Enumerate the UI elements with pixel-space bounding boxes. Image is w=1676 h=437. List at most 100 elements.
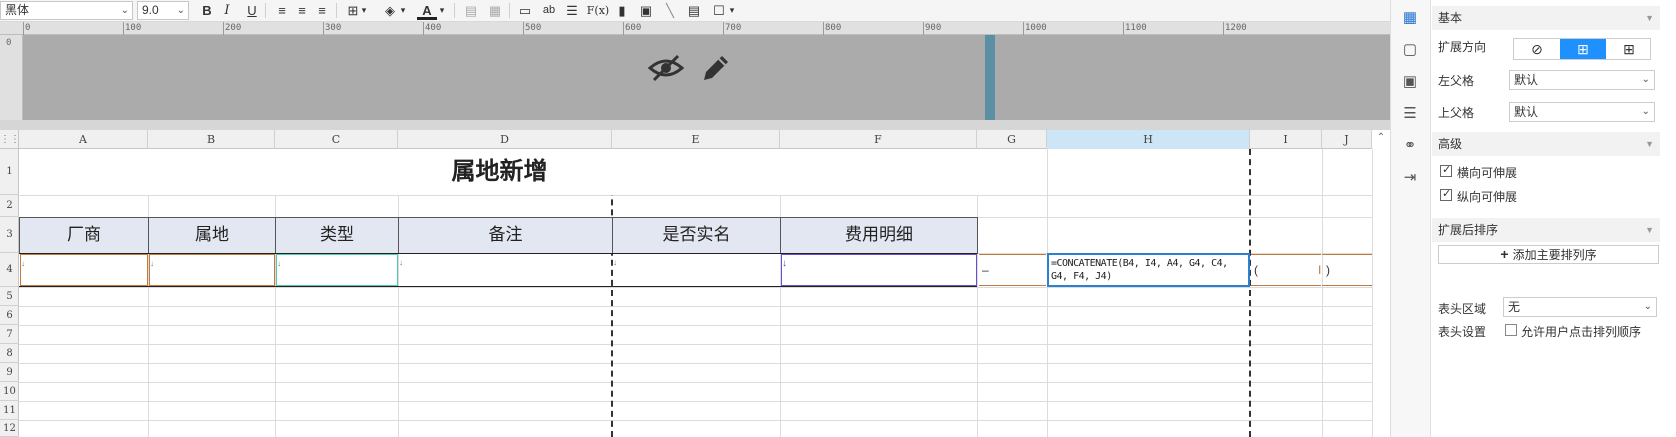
- font-size-select[interactable]: 9.0 ⌄: [137, 1, 189, 20]
- header-area-select[interactable]: 无 ⌄: [1503, 297, 1657, 317]
- ruler-tick: 1000: [1025, 23, 1047, 33]
- column-header-i[interactable]: I: [1250, 130, 1322, 149]
- page-boundary-marker[interactable]: [985, 35, 995, 120]
- data-cell-g4[interactable]: –: [979, 254, 1046, 286]
- column-header-b[interactable]: B: [148, 130, 275, 149]
- vertical-expand-icon[interactable]: ⊞: [1560, 39, 1606, 59]
- no-expand-icon[interactable]: ⊘: [1514, 39, 1560, 59]
- header-cell-remark[interactable]: 备注: [398, 217, 613, 254]
- toolbar-divider: [336, 3, 337, 18]
- widget-settings-icon[interactable]: ▣: [1400, 72, 1420, 92]
- section-advanced[interactable]: 高级 ▼: [1432, 132, 1660, 156]
- column-header-d[interactable]: D: [398, 130, 612, 149]
- caret-down-icon: ▼: [1645, 139, 1654, 149]
- chevron-down-icon[interactable]: ▾: [358, 1, 370, 20]
- gridline: [19, 195, 1372, 196]
- import-icon[interactable]: ⇥: [1400, 168, 1420, 188]
- italic-button[interactable]: I: [217, 1, 237, 20]
- bold-button[interactable]: B: [197, 1, 217, 20]
- row-header-4[interactable]: 4: [0, 253, 19, 287]
- allow-sort-checkbox[interactable]: [1505, 324, 1517, 336]
- add-sort-button[interactable]: + 添加主要排列序: [1438, 245, 1659, 264]
- row-header-3[interactable]: 3: [0, 217, 19, 253]
- header-cell-vendor[interactable]: 厂商: [19, 217, 149, 254]
- column-header-h[interactable]: H: [1047, 130, 1250, 149]
- underline-button[interactable]: U: [242, 1, 262, 20]
- column-header-c[interactable]: C: [275, 130, 398, 149]
- section-basic[interactable]: 基本 ▼: [1432, 6, 1660, 30]
- link-icon[interactable]: ⚭: [1400, 136, 1420, 156]
- row-header-7[interactable]: 7: [0, 325, 19, 344]
- cell-properties-icon[interactable]: ▦: [1400, 8, 1420, 28]
- align-left-icon[interactable]: ≡: [272, 1, 292, 20]
- header-cell-fee-detail[interactable]: 费用明细: [780, 217, 978, 254]
- row-header-12[interactable]: 12: [0, 420, 19, 437]
- row-header-6[interactable]: 6: [0, 306, 19, 325]
- column-header-g[interactable]: G: [977, 130, 1047, 149]
- section-sort[interactable]: 扩展后排序 ▼: [1432, 218, 1660, 242]
- data-cell-region[interactable]: ↓: [149, 254, 275, 286]
- insert-bar-icon[interactable]: ▭: [515, 1, 535, 20]
- row-header-5[interactable]: 5: [0, 287, 19, 306]
- align-center-icon[interactable]: ≡: [292, 1, 312, 20]
- data-cell-realname[interactable]: ↓: [613, 254, 780, 286]
- column-header-e[interactable]: E: [612, 130, 780, 149]
- check-icon: ✓: [1442, 188, 1452, 200]
- top-parent-select[interactable]: 默认 ⌄: [1509, 102, 1655, 122]
- left-parent-select[interactable]: 默认 ⌄: [1509, 70, 1655, 90]
- font-family-select[interactable]: 黑体 ⌄: [0, 1, 133, 20]
- condition-icon[interactable]: ☰: [1400, 104, 1420, 124]
- chevron-down-icon[interactable]: ▾: [726, 1, 738, 20]
- h-stretch-checkbox[interactable]: ✓: [1440, 164, 1452, 177]
- section-sort-label: 扩展后排序: [1438, 223, 1499, 237]
- row-header-1[interactable]: 1: [0, 149, 19, 195]
- grip-icon[interactable]: ⋮⋮: [0, 130, 20, 149]
- gridline: [19, 306, 1372, 307]
- merge-cells-icon[interactable]: ▤: [461, 1, 481, 20]
- data-cell-fee-detail[interactable]: ↓: [781, 254, 977, 286]
- allow-sort-label: 允许用户点击排列顺序: [1521, 325, 1642, 339]
- chart-icon[interactable]: ▮: [612, 1, 632, 20]
- data-cell-type[interactable]: ↓: [276, 254, 398, 286]
- column-header-f[interactable]: F: [780, 130, 977, 149]
- gridline: [1047, 149, 1048, 437]
- slash-icon[interactable]: ╲: [660, 1, 680, 20]
- wrap-icon[interactable]: ☰: [562, 1, 582, 20]
- chevron-down-icon[interactable]: ▾: [436, 1, 448, 20]
- data-cell-i4[interactable]: (: [1251, 254, 1321, 286]
- row-header-2[interactable]: 2: [0, 195, 19, 217]
- formula-cell-h4[interactable]: =CONCATENATE(B4, I4, A4, G4, C4, G4, F4,…: [1047, 253, 1250, 287]
- data-cell-j4[interactable]: ): [1322, 254, 1372, 286]
- chevron-up-icon[interactable]: ⌃: [1374, 132, 1388, 146]
- horizontal-expand-icon[interactable]: ⊞: [1606, 39, 1652, 59]
- unmerge-cells-icon[interactable]: ▦: [485, 1, 505, 20]
- report-title[interactable]: 属地新增: [19, 149, 980, 195]
- formula-button[interactable]: F(x): [585, 1, 611, 20]
- v-stretch-label: 纵向可伸展: [1457, 190, 1518, 204]
- form-icon[interactable]: ▤: [684, 1, 704, 20]
- cell-style-icon[interactable]: ▢: [1400, 40, 1420, 60]
- row4-bottom-border: [19, 286, 977, 287]
- pencil-icon[interactable]: [700, 52, 732, 84]
- text-button[interactable]: ab: [539, 1, 559, 20]
- row-header-9[interactable]: 9: [0, 363, 19, 382]
- splitter[interactable]: [0, 120, 1390, 130]
- header-cell-realname[interactable]: 是否实名: [612, 217, 781, 254]
- font-color-icon[interactable]: A: [417, 1, 437, 20]
- v-stretch-checkbox[interactable]: ✓: [1440, 188, 1452, 201]
- row-header-11[interactable]: 11: [0, 401, 19, 420]
- row-header-8[interactable]: 8: [0, 344, 19, 363]
- align-right-icon[interactable]: ≡: [312, 1, 332, 20]
- header-cell-region[interactable]: 属地: [148, 217, 276, 254]
- row-header-10[interactable]: 10: [0, 382, 19, 401]
- data-cell-vendor[interactable]: ↓: [20, 254, 148, 286]
- column-header-a[interactable]: A: [19, 130, 148, 149]
- column-header-j[interactable]: J: [1322, 130, 1372, 149]
- header-area-label: 表头区域: [1438, 302, 1487, 316]
- image-icon[interactable]: ▣: [636, 1, 656, 20]
- header-cell-type[interactable]: 类型: [275, 217, 399, 254]
- eye-slash-icon[interactable]: [648, 52, 684, 84]
- chevron-down-icon[interactable]: ▾: [397, 1, 409, 20]
- ruler-tick: 1100: [1125, 23, 1147, 33]
- data-cell-remark[interactable]: ↓: [399, 254, 611, 286]
